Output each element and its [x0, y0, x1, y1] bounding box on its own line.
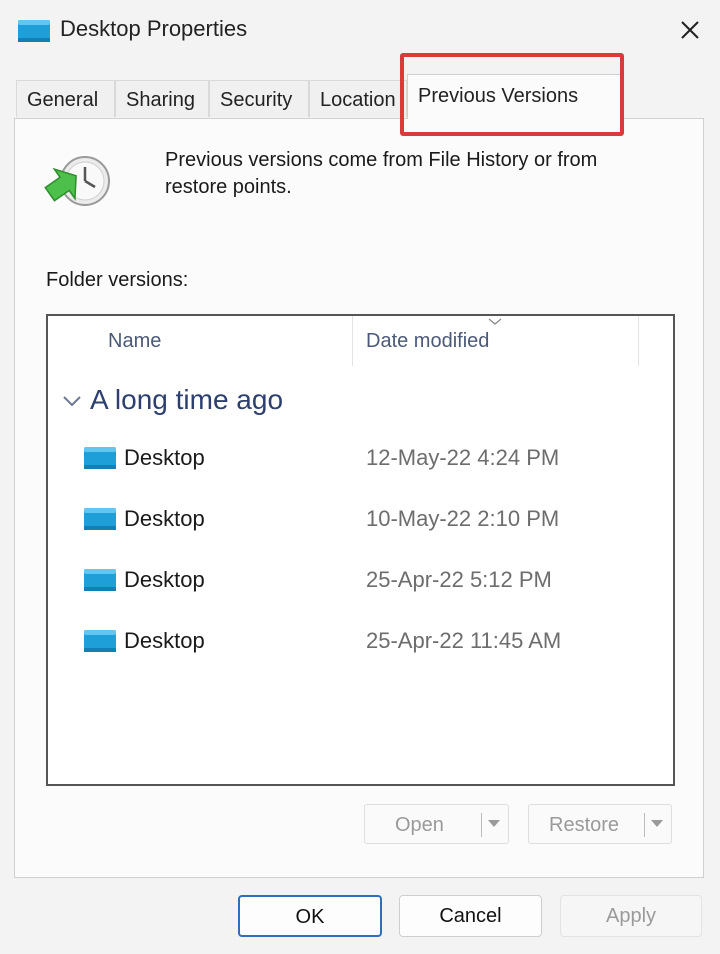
desktop-folder-icon [18, 20, 50, 42]
window-title: Desktop Properties [60, 16, 248, 41]
ok-button[interactable]: OK [238, 895, 382, 937]
open-button-label: Open [395, 814, 444, 836]
item-date: 12-May-22 4:24 PM [366, 445, 560, 470]
item-name: Desktop [124, 445, 205, 470]
chevron-down-icon [63, 396, 81, 407]
group-label: A long time ago [90, 384, 284, 415]
versions-list[interactable]: Name Date modified A long time ago Deskt… [46, 314, 675, 786]
desktop-folder-icon [84, 447, 116, 469]
cancel-button[interactable]: Cancel [399, 895, 542, 937]
item-name: Desktop [124, 628, 205, 653]
item-date: 25-Apr-22 5:12 PM [366, 567, 552, 592]
dropdown-arrow-icon[interactable] [650, 819, 664, 829]
close-button[interactable] [670, 10, 710, 50]
column-date-header[interactable]: Date modified [366, 330, 489, 353]
desktop-folder-icon [84, 508, 116, 530]
list-item[interactable]: Desktop 25-Apr-22 11:45 AM [48, 617, 673, 667]
restore-history-icon [44, 156, 110, 206]
item-name: Desktop [124, 506, 205, 531]
dropdown-arrow-icon[interactable] [487, 819, 501, 829]
sort-arrow-icon [488, 318, 502, 325]
list-item[interactable]: Desktop 10-May-22 2:10 PM [48, 495, 673, 545]
column-divider[interactable] [638, 316, 639, 366]
restore-button-label: Restore [549, 814, 620, 836]
desktop-folder-icon [84, 630, 116, 652]
column-divider[interactable] [352, 316, 353, 366]
tab-location[interactable]: Location [309, 80, 407, 117]
column-header: Name Date modified [48, 316, 673, 366]
split-divider [644, 813, 645, 837]
tab-security[interactable]: Security [209, 80, 309, 117]
list-item[interactable]: Desktop 12-May-22 4:24 PM [48, 434, 673, 484]
close-icon [681, 21, 699, 39]
tab-general[interactable]: General [16, 80, 115, 117]
column-name-header[interactable]: Name [108, 330, 161, 353]
list-item[interactable]: Desktop 25-Apr-22 5:12 PM [48, 556, 673, 606]
folder-versions-label: Folder versions: [46, 269, 189, 291]
item-date: 10-May-22 2:10 PM [366, 506, 560, 531]
open-button[interactable]: Open [364, 804, 509, 844]
item-name: Desktop [124, 567, 205, 592]
item-date: 25-Apr-22 11:45 AM [366, 628, 562, 653]
desktop-folder-icon [84, 569, 116, 591]
apply-button[interactable]: Apply [560, 895, 702, 937]
restore-button[interactable]: Restore [528, 804, 672, 844]
tab-sharing[interactable]: Sharing [115, 80, 209, 117]
split-divider [481, 813, 482, 837]
tab-highlight-box [400, 53, 624, 136]
tab-panel: Previous versions come from File History… [14, 118, 704, 878]
description-text: Previous versions come from File History… [165, 149, 598, 198]
